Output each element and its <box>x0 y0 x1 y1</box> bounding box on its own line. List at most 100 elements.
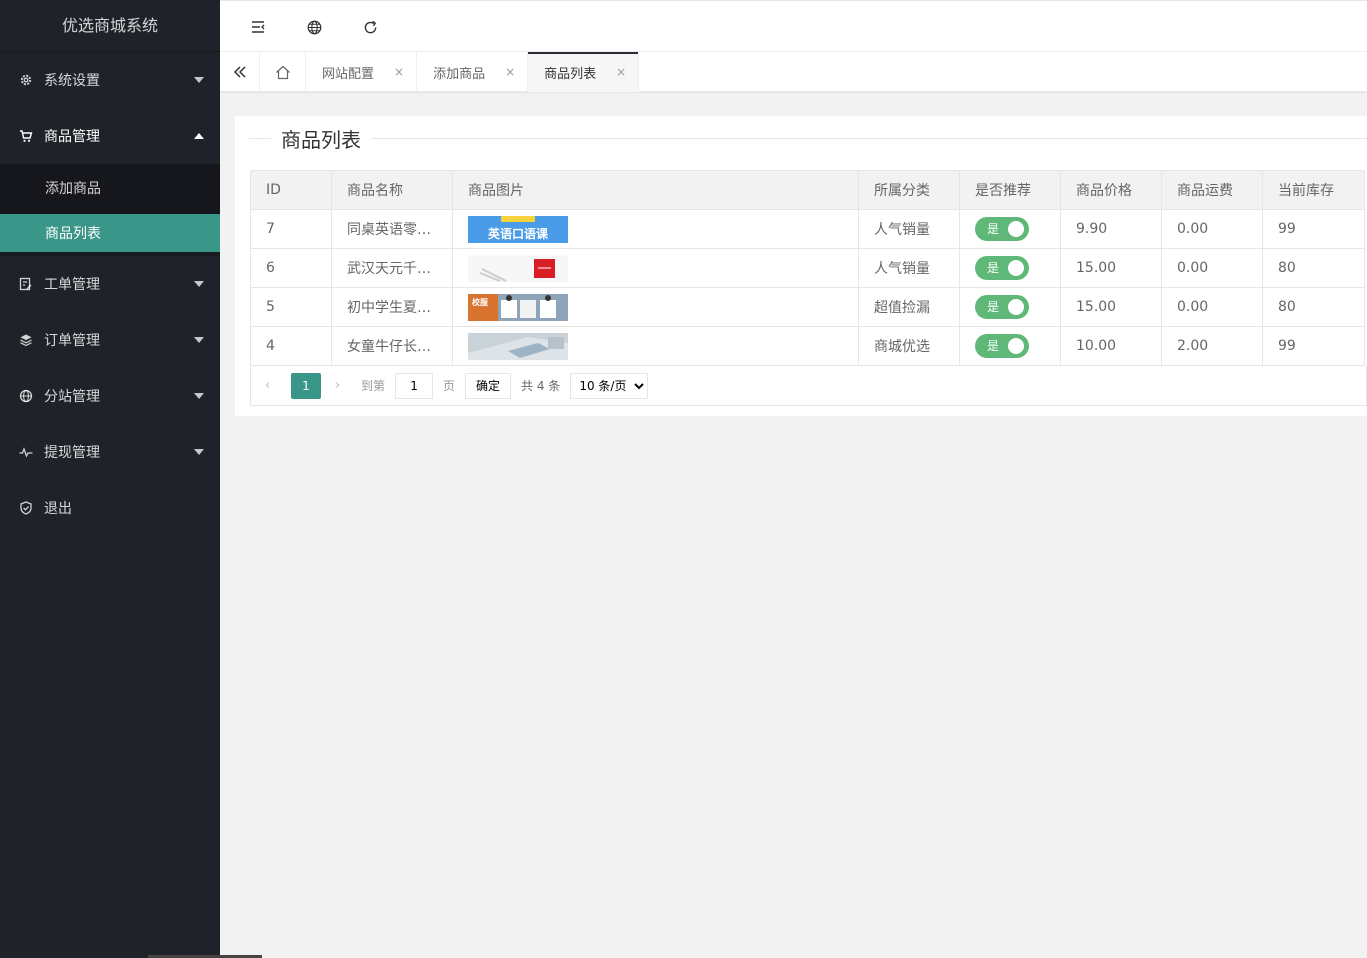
tab-add-product[interactable]: 添加商品 × <box>417 52 529 92</box>
tab-label: 商品列表 <box>544 66 597 82</box>
next-page-button[interactable]: › <box>335 378 349 393</box>
cell-id: 6 <box>250 248 332 288</box>
cell-category[interactable]: 人气销量 <box>858 248 960 288</box>
menu-label: 商品管理 <box>44 129 100 145</box>
prev-page-button[interactable]: ‹ <box>265 378 279 393</box>
cell-category[interactable]: 超值捡漏 <box>858 287 960 327</box>
toggle-label: 是 <box>987 300 1000 314</box>
product-thumbnail[interactable]: 校服 <box>468 293 568 321</box>
globe-icon[interactable] <box>303 16 325 38</box>
cell-image: 校服 <box>452 287 859 327</box>
toggle-knob <box>1008 221 1024 237</box>
cell-stock: 80 <box>1262 248 1365 288</box>
table-row[interactable]: 7 同桌英语零… 英语口语课 人气销量 是 9.90 0.00 99 <box>250 209 1365 249</box>
recommend-toggle[interactable]: 是 <box>975 256 1029 280</box>
menu-logout[interactable]: 退出 <box>0 480 220 536</box>
menu-system-settings[interactable]: 系统设置 <box>0 52 220 108</box>
product-table: ID 商品名称 商品图片 所属分类 是否推荐 商品价格 商品运费 当前库存 7 … <box>250 170 1365 366</box>
column-header-stock[interactable]: 当前库存 <box>1262 170 1365 210</box>
column-header-image[interactable]: 商品图片 <box>452 170 859 210</box>
cell-stock: 99 <box>1262 209 1365 249</box>
goto-page-input[interactable] <box>395 372 434 399</box>
card-legend: 商品列表 <box>235 116 1367 160</box>
chevron-down-icon <box>194 337 204 343</box>
menu-label: 退出 <box>44 501 72 517</box>
current-page-button[interactable]: 1 <box>291 372 321 399</box>
cell-freight: 2.00 <box>1161 326 1263 366</box>
product-thumbnail[interactable] <box>468 254 568 282</box>
toggle-knob <box>1008 299 1024 315</box>
menu-label: 分站管理 <box>44 389 100 405</box>
close-icon[interactable]: × <box>505 65 515 79</box>
total-count: 共 4 条 <box>521 379 561 393</box>
menu-substation-management[interactable]: 分站管理 <box>0 368 220 424</box>
thumbnail-caption: 英语口语课 <box>488 226 549 241</box>
ticket-icon <box>19 277 33 291</box>
menu-withdraw-management[interactable]: 提现管理 <box>0 424 220 480</box>
product-list-card: 商品列表 ID 商品名称 商品图片 所属分类 是否推荐 商品价格 商品运费 当前… <box>235 116 1367 416</box>
menu-product-management[interactable]: 商品管理 <box>0 108 220 164</box>
tab-product-list[interactable]: 商品列表 × <box>528 52 640 92</box>
page-size-select[interactable]: 10 条/页 <box>570 372 649 399</box>
page-tabs: 网站配置 × 添加商品 × 商品列表 × <box>220 52 1367 92</box>
recommend-toggle[interactable]: 是 <box>975 295 1029 319</box>
toggle-label: 是 <box>987 339 1000 353</box>
goto-confirm-button[interactable]: 确定 <box>465 372 512 399</box>
cell-name: 武汉天元千… <box>331 248 453 288</box>
cell-freight: 0.00 <box>1161 287 1263 327</box>
toggle-label: 是 <box>987 261 1000 275</box>
column-header-price[interactable]: 商品价格 <box>1060 170 1162 210</box>
menu-label: 工单管理 <box>44 277 100 293</box>
column-header-id[interactable]: ID <box>250 170 332 210</box>
thumbnail-caption: 校服 <box>472 297 489 307</box>
product-thumbnail[interactable] <box>468 332 568 360</box>
product-thumbnail[interactable]: 英语口语课 <box>468 215 568 243</box>
cell-freight: 0.00 <box>1161 209 1263 249</box>
tabs-scroll-left-button[interactable] <box>220 52 260 92</box>
menu-toggle-icon[interactable] <box>247 16 269 38</box>
tab-label: 网站配置 <box>322 66 375 82</box>
cell-price: 9.90 <box>1060 209 1162 249</box>
tab-site-config[interactable]: 网站配置 × <box>306 52 418 92</box>
close-icon[interactable]: × <box>616 65 626 79</box>
cell-category[interactable]: 商城优选 <box>858 326 960 366</box>
submenu-item-product-list[interactable]: 商品列表 <box>0 214 220 256</box>
cell-name: 初中学生夏… <box>331 287 453 327</box>
chevron-down-icon <box>194 281 204 287</box>
cell-image <box>452 326 859 366</box>
column-header-name[interactable]: 商品名称 <box>331 170 453 210</box>
chevron-up-icon <box>194 133 204 139</box>
cell-id: 7 <box>250 209 332 249</box>
cell-name: 女童牛仔长… <box>331 326 453 366</box>
cell-recommend: 是 <box>959 287 1061 327</box>
table-row[interactable]: 5 初中学生夏… 校服 超值捡漏 是 15.00 0.00 80 <box>250 287 1365 327</box>
recommend-toggle[interactable]: 是 <box>975 217 1029 241</box>
close-icon[interactable]: × <box>394 65 404 79</box>
submenu-item-add-product[interactable]: 添加商品 <box>0 164 220 214</box>
cell-recommend: 是 <box>959 248 1061 288</box>
gear-icon <box>19 73 33 87</box>
toggle-label: 是 <box>987 222 1000 236</box>
column-header-recommend[interactable]: 是否推荐 <box>959 170 1061 210</box>
menu-label: 订单管理 <box>44 333 100 349</box>
cell-id: 5 <box>250 287 332 327</box>
tab-home[interactable] <box>260 52 306 92</box>
double-chevron-left-icon <box>233 66 246 78</box>
cell-id: 4 <box>250 326 332 366</box>
menu-label: 系统设置 <box>44 73 100 89</box>
column-header-category[interactable]: 所属分类 <box>858 170 960 210</box>
cell-category[interactable]: 人气销量 <box>858 209 960 249</box>
refresh-icon[interactable] <box>359 16 381 38</box>
recommend-toggle[interactable]: 是 <box>975 334 1029 358</box>
cell-freight: 0.00 <box>1161 248 1263 288</box>
menu-ticket-management[interactable]: 工单管理 <box>0 256 220 312</box>
table-row[interactable]: 6 武汉天元千… 人气销量 是 15.00 0.00 80 <box>250 248 1365 288</box>
cell-price: 15.00 <box>1060 287 1162 327</box>
page-title: 商品列表 <box>271 124 371 153</box>
pagination: ‹ 1 › 到第 页 确定 共 4 条 10 条/页 <box>250 366 1367 406</box>
menu-label: 提现管理 <box>44 445 100 461</box>
tab-label: 添加商品 <box>433 66 486 82</box>
table-row[interactable]: 4 女童牛仔长… 商城优选 是 10.00 2.00 99 <box>250 326 1365 366</box>
menu-order-management[interactable]: 订单管理 <box>0 312 220 368</box>
column-header-freight[interactable]: 商品运费 <box>1161 170 1263 210</box>
